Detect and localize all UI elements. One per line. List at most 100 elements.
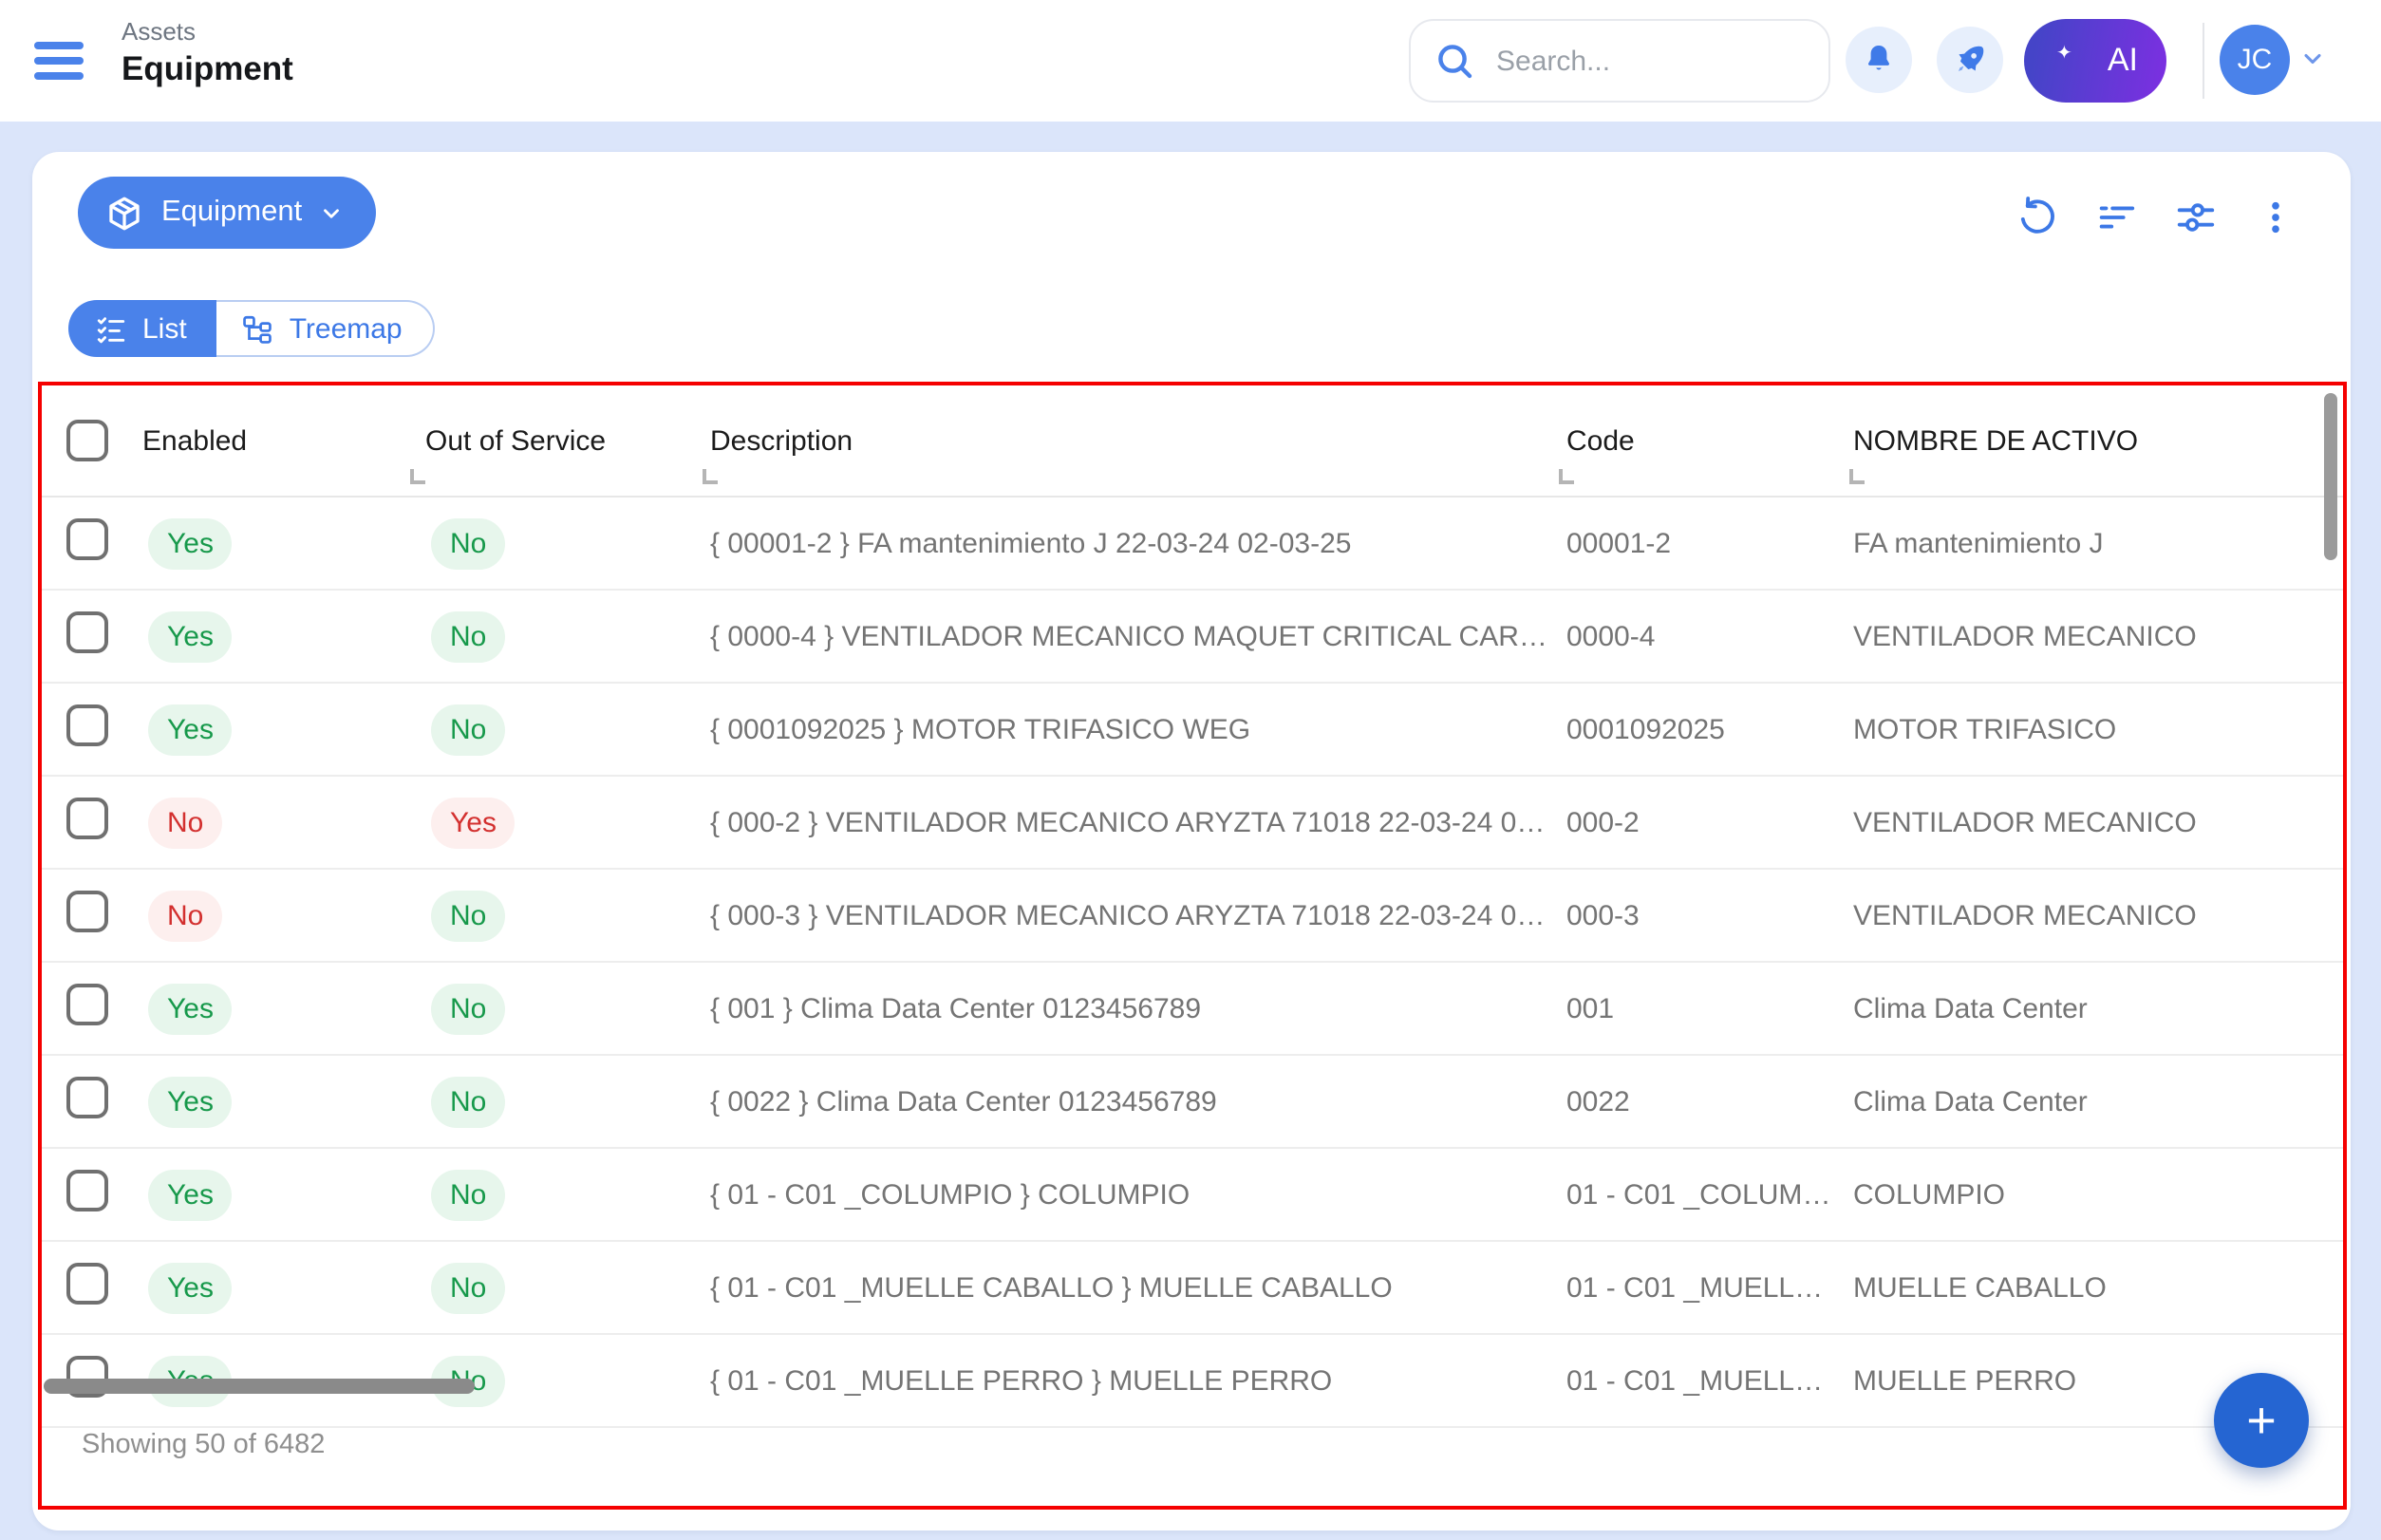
description-cell: { 00001-2 } FA mantenimiento J 22-03-24 … bbox=[710, 527, 1566, 559]
out-of-service-badge: No bbox=[431, 610, 505, 662]
table-row[interactable]: YesNo{ 0000-4 } VENTILADOR MECANICO MAQU… bbox=[42, 591, 2343, 684]
enabled-badge: No bbox=[148, 890, 222, 941]
code-cell: 001 bbox=[1566, 992, 1853, 1024]
out-of-service-badge: No bbox=[431, 983, 505, 1034]
description-cell: { 000-2 } VENTILADOR MECANICO ARYZTA 710… bbox=[710, 806, 1566, 838]
code-cell: 01 - C01 _MUELLE P... bbox=[1566, 1364, 1853, 1397]
breadcrumb: Assets Equipment bbox=[122, 17, 293, 91]
asset-name-cell: FA mantenimiento J bbox=[1853, 527, 2343, 559]
avatar[interactable]: JC bbox=[2220, 25, 2290, 95]
enabled-badge: No bbox=[148, 797, 222, 848]
row-checkbox[interactable] bbox=[66, 797, 108, 838]
table-row[interactable]: YesNo{ 01 - C01 _MUELLE CABALLO } MUELLE… bbox=[42, 1242, 2343, 1335]
row-checkbox[interactable] bbox=[66, 610, 108, 652]
tab-list-label: List bbox=[142, 312, 187, 345]
row-checkbox[interactable] bbox=[66, 1262, 108, 1304]
tab-list[interactable]: List bbox=[68, 300, 217, 357]
table-row[interactable]: YesNo{ 0022 } Clima Data Center 01234567… bbox=[42, 1056, 2343, 1149]
table-row[interactable]: YesNo{ 00001-2 } FA mantenimiento J 22-0… bbox=[42, 498, 2343, 591]
entity-selector-button[interactable]: Equipment bbox=[78, 177, 376, 249]
page-title: Equipment bbox=[122, 46, 293, 91]
filter-icon bbox=[2093, 195, 2137, 238]
table-row[interactable]: YesNo{ 01 - C01 _COLUMPIO } COLUMPIO01 -… bbox=[42, 1149, 2343, 1242]
description-cell: { 01 - C01 _MUELLE PERRO } MUELLE PERRO bbox=[710, 1364, 1566, 1397]
kebab-menu-icon bbox=[2255, 197, 2295, 236]
code-cell: 0001092025 bbox=[1566, 713, 1853, 745]
out-of-service-badge: No bbox=[431, 1169, 505, 1220]
hamburger-menu-icon[interactable] bbox=[34, 42, 84, 80]
code-cell: 000-2 bbox=[1566, 806, 1853, 838]
column-header-nombre-de-activo[interactable]: NOMBRE DE ACTIVO bbox=[1853, 424, 2343, 457]
app-header: Assets Equipment ✦ AI bbox=[0, 0, 2381, 122]
horizontal-scrollbar[interactable] bbox=[44, 1379, 475, 1394]
asset-name-cell: Clima Data Center bbox=[1853, 1085, 2343, 1117]
search-bar[interactable] bbox=[1409, 19, 1830, 103]
row-checkbox[interactable] bbox=[66, 890, 108, 931]
column-header-description[interactable]: Description bbox=[710, 424, 1566, 457]
table-row[interactable]: NoYes{ 000-2 } VENTILADOR MECANICO ARYZT… bbox=[42, 777, 2343, 870]
ai-button-label: AI bbox=[2108, 42, 2138, 80]
enabled-badge: Yes bbox=[148, 1262, 233, 1313]
table-row[interactable]: YesNo{ 0001092025 } MOTOR TRIFASICO WEG0… bbox=[42, 684, 2343, 777]
enabled-badge: Yes bbox=[148, 704, 233, 755]
column-header-enabled[interactable]: Enabled bbox=[142, 424, 425, 457]
enabled-badge: Yes bbox=[148, 517, 233, 569]
app-root: Assets Equipment ✦ AI bbox=[0, 0, 2381, 1540]
checklist-icon bbox=[95, 312, 127, 345]
table-row[interactable]: Yes No { 001 } Clima Data Center 012345678… bbox=[42, 963, 2343, 1056]
column-resize-handle[interactable] bbox=[1559, 469, 1574, 484]
results-count: Showing 50 of 6482 bbox=[82, 1430, 325, 1460]
column-header-out-of-service[interactable]: Out of Service bbox=[425, 424, 710, 457]
asset-name-cell: VENTILADOR MECANICO bbox=[1853, 899, 2343, 931]
view-tabs: List Treemap bbox=[68, 300, 435, 357]
main-area: Equipment bbox=[0, 122, 2381, 1540]
ai-button[interactable]: ✦ AI bbox=[2024, 19, 2166, 103]
asset-name-cell: MUELLE CABALLO bbox=[1853, 1271, 2343, 1304]
refresh-button[interactable] bbox=[2013, 194, 2058, 239]
assistant-button[interactable] bbox=[1937, 27, 2003, 93]
row-checkbox[interactable] bbox=[66, 1076, 108, 1117]
row-checkbox[interactable] bbox=[66, 983, 108, 1024]
column-header-code[interactable]: Code bbox=[1566, 424, 1853, 457]
notifications-button[interactable] bbox=[1846, 27, 1912, 93]
code-cell: 00001-2 bbox=[1566, 527, 1853, 559]
more-options-button[interactable] bbox=[2252, 194, 2297, 239]
entity-selector-label: Equipment bbox=[161, 196, 302, 230]
row-checkbox[interactable] bbox=[66, 1169, 108, 1211]
row-checkbox[interactable] bbox=[66, 517, 108, 559]
settings-sliders-icon bbox=[2173, 195, 2217, 238]
description-cell: { 0001092025 } MOTOR TRIFASICO WEG bbox=[710, 713, 1566, 745]
column-resize-handle[interactable] bbox=[410, 469, 425, 484]
equipment-table-highlighted: Enabled Out of Service Description Code … bbox=[38, 382, 2347, 1510]
search-input[interactable] bbox=[1492, 43, 1785, 79]
refresh-icon bbox=[2014, 195, 2057, 238]
column-resize-handle[interactable] bbox=[1849, 469, 1865, 484]
column-resize-handle[interactable] bbox=[703, 469, 718, 484]
select-all-checkbox[interactable] bbox=[66, 420, 108, 461]
code-cell: 0022 bbox=[1566, 1085, 1853, 1117]
vertical-scrollbar[interactable] bbox=[2324, 393, 2337, 560]
table-toolbar bbox=[2013, 194, 2297, 239]
description-cell: { 0022 } Clima Data Center 0123456789 bbox=[710, 1085, 1566, 1117]
asset-name-cell: VENTILADOR MECANICO bbox=[1853, 806, 2343, 838]
filter-button[interactable] bbox=[2092, 194, 2138, 239]
out-of-service-badge: No bbox=[431, 1076, 505, 1127]
package-box-icon bbox=[104, 193, 144, 233]
avatar-initials: JC bbox=[2238, 44, 2273, 76]
add-asset-button[interactable]: + bbox=[2214, 1373, 2309, 1468]
row-checkbox[interactable] bbox=[66, 704, 108, 745]
tab-treemap[interactable]: Treemap bbox=[217, 300, 435, 357]
table-header-row: Enabled Out of Service Description Code … bbox=[42, 385, 2343, 498]
header-divider bbox=[2203, 23, 2204, 99]
description-cell: { 000-3 } VENTILADOR MECANICO ARYZTA 710… bbox=[710, 899, 1566, 931]
code-cell: 01 - C01 _MUELLE C... bbox=[1566, 1271, 1853, 1304]
asset-name-cell: VENTILADOR MECANICO bbox=[1853, 620, 2343, 652]
enabled-badge: Yes bbox=[148, 1169, 233, 1220]
plus-icon: + bbox=[2246, 1391, 2277, 1450]
enabled-badge: Yes bbox=[148, 983, 233, 1034]
description-cell: { 001 } Clima Data Center 0123456789 bbox=[710, 992, 1566, 1024]
bell-icon bbox=[1861, 42, 1897, 78]
column-settings-button[interactable] bbox=[2172, 194, 2218, 239]
user-menu-chevron-down-icon[interactable] bbox=[2299, 46, 2326, 72]
table-row[interactable]: NoNo{ 000-3 } VENTILADOR MECANICO ARYZTA… bbox=[42, 870, 2343, 963]
